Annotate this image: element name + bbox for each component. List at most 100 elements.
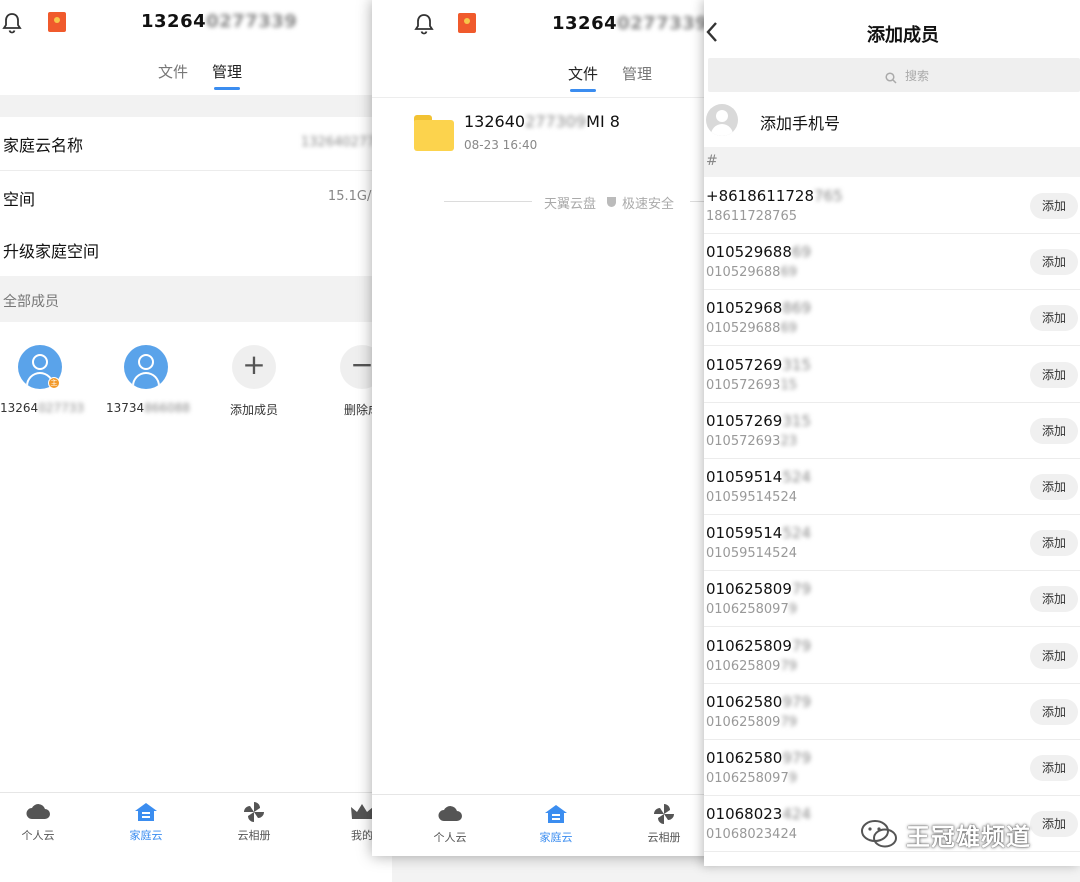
bell-icon[interactable] [414,13,434,35]
contact-phone-text: 010572693 [706,377,781,393]
contact-phone-text: 18611728765 [706,209,797,224]
contact-row: 01062580979 01062580979 添加 [704,740,1080,796]
add-contact-button[interactable]: 添加 [1030,361,1078,388]
contact-name-redacted: 524 [782,524,811,543]
contact-name-redacted: 524 [782,468,811,486]
contact-row: 01062580979 01062580979 添加 [704,628,1080,684]
add-phone-label: 添加手机号 [760,114,841,133]
add-contact-button[interactable]: 添加 [1030,249,1078,276]
contact-name-redacted: 315 [782,355,811,374]
contact-phone: 01059514524 [706,546,797,561]
shield-icon [607,197,616,207]
contact-phone-redacted: 79 [780,714,797,730]
contact-name: 01052968869 [706,243,811,261]
add-contact-button[interactable]: 添加 [1030,305,1078,332]
nav-cloud-album[interactable]: 云相册 [224,801,284,843]
nav-personal-cloud[interactable]: 个人云 [8,801,68,843]
add-contact-button[interactable]: 添加 [1030,698,1078,725]
nav-family-cloud[interactable]: 家庭云 [116,801,176,843]
row-label: 家庭云名称 [3,136,84,155]
search-input[interactable]: 搜索 [708,58,1080,92]
nav-label: 个人云 [433,831,467,844]
folder-icon[interactable] [414,115,454,151]
contact-name-text: 010625809 [706,580,792,599]
file-name-redacted: 277309 [525,112,587,131]
contact-row: 01059514524 01059514524 添加 [704,515,1080,572]
section-gap [0,95,392,117]
add-contact-button[interactable]: 添加 [1030,642,1078,669]
contact-phone: 01062580979 [706,659,797,674]
tab-manage[interactable]: 管理 [622,63,652,92]
pinwheel-icon [241,801,267,823]
contact-phone: 01062580979 [706,715,797,730]
contact-name-redacted: 424 [782,805,811,824]
contact-name: 01062580979 [706,749,811,767]
member-name-redacted: 866088 [144,401,190,415]
contact-name-text: 01062580 [706,749,783,767]
member-item[interactable]: 主 13264027733 [0,345,84,415]
row-upgrade-space[interactable]: 升级家庭空间 [0,224,392,277]
contact-name-text: 01059514 [706,524,783,543]
contact-phone-text: 01059514524 [706,546,797,562]
member-item[interactable]: 13734866088 [106,345,190,415]
contact-phone: 01052968869 [706,265,797,280]
add-contact-button[interactable]: 添加 [1030,811,1078,838]
nav-cloud-album[interactable]: 云相册 [634,803,694,845]
manage-screen: 132640277339 文件 管理 家庭云名称 13264027733 空间 … [0,0,392,882]
red-packet-icon[interactable] [458,13,476,33]
contact-row: 01052968869 01052968869 添加 [704,234,1080,291]
add-contact-button[interactable]: 添加 [1030,586,1078,613]
tab-manage[interactable]: 管理 [212,61,242,90]
contact-name: 01052968869 [706,299,811,317]
contact-row: 01052968869 01052968869 添加 [704,290,1080,347]
add-contact-button[interactable]: 添加 [1030,530,1078,557]
bell-icon[interactable] [2,12,22,34]
add-contact-button[interactable]: 添加 [1030,193,1078,219]
plus-icon: + [232,345,276,389]
tab-files[interactable]: 文件 [158,61,188,90]
watermark-text: 王冠雄频道 [906,822,1031,851]
nav-personal-cloud[interactable]: 个人云 [420,803,480,845]
file-date: 08-23 16:40 [464,138,538,152]
contact-name-redacted: 979 [782,692,811,711]
cloud-icon [437,803,463,825]
add-member-screen: 添加成员 搜索 添加手机号 # +8618611728765 1861172876… [704,0,1080,866]
title-text: 13264 [141,11,207,32]
contact-phone: 01057269323 [706,434,797,449]
add-contact-button[interactable]: 添加 [1030,755,1078,781]
title-text: 13264 [552,13,618,34]
contact-name-text: 010529688 [706,243,792,262]
row-family-name[interactable]: 家庭云名称 13264027733 [0,118,392,171]
contact-name: 01057269315 [706,412,811,430]
pinwheel-icon [651,803,677,825]
contact-name: +8618611728765 [706,187,843,205]
back-arrow-icon[interactable] [704,20,720,44]
member-name-redacted: 027733 [38,401,84,415]
add-contact-button[interactable]: 添加 [1030,474,1078,500]
add-phone-number-item[interactable]: 添加手机号 [704,96,1080,146]
red-packet-icon[interactable] [48,12,66,32]
contact-name: 01062580979 [706,580,811,598]
row-space[interactable]: 空间 15.1G/15. [0,172,392,225]
nav-label: 个人云 [21,829,55,842]
member-name-text: 13734 [106,401,145,415]
nav-family-cloud[interactable]: 家庭云 [526,803,586,845]
add-member-button[interactable]: + 添加成员 [214,345,294,418]
brand-slogan: 极速安全 [622,197,675,212]
contact-phone-redacted: 79 [780,658,797,674]
contact-phone: 18611728765 [706,209,797,224]
title-redacted: 0277339 [617,13,709,34]
contact-name: 01068023424 [706,805,811,823]
tab-files[interactable]: 文件 [568,63,598,92]
avatar [124,345,168,389]
contact-name-redacted: 869 [782,299,811,318]
page-title: 132640277339 [141,11,297,32]
house-icon [543,803,569,825]
nav-label: 家庭云 [539,831,573,844]
contact-phone-redacted: 15 [780,377,797,393]
add-contact-button[interactable]: 添加 [1030,417,1078,444]
add-member-label: 添加成员 [229,403,278,417]
file-name[interactable]: 132640277309MI 8 [464,112,620,131]
contact-name-text: 01052968 [706,299,783,318]
contact-phone: 01068023424 [706,827,797,842]
